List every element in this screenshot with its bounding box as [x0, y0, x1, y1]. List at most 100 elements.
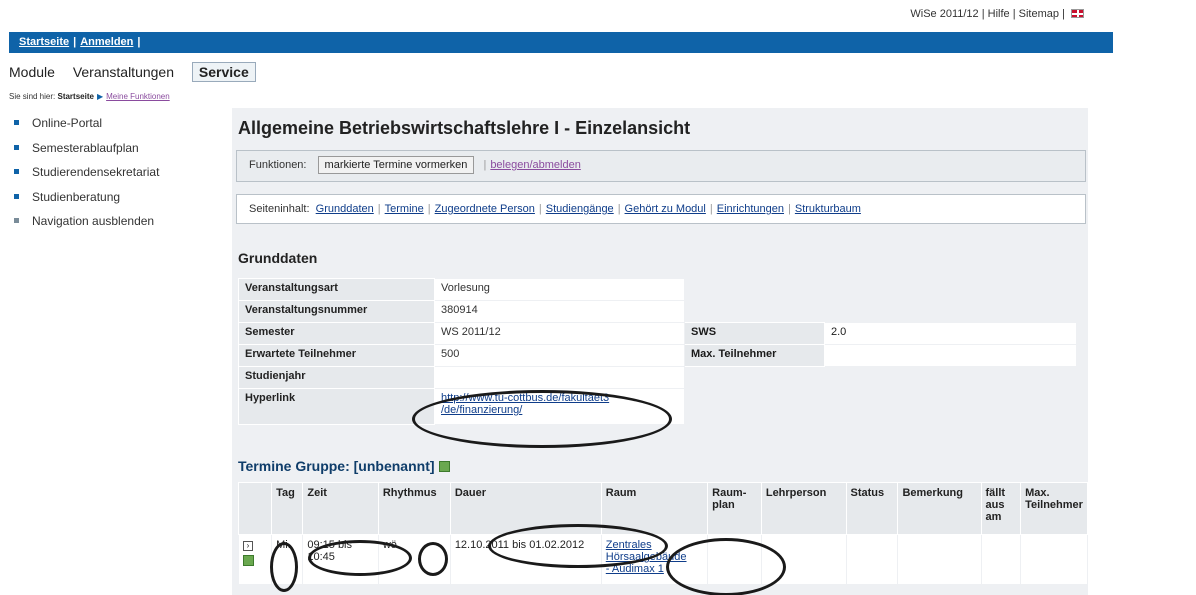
- content-link-person[interactable]: Zugeordnete Person: [435, 203, 535, 215]
- home-link[interactable]: Startseite: [19, 36, 69, 48]
- separator: |: [1012, 8, 1016, 20]
- jahr-label: Studienjahr: [238, 366, 435, 389]
- cell-status: [845, 534, 899, 585]
- functions-bar: Funktionen: markierte Termine vormerken …: [236, 150, 1086, 182]
- max-label: Max. Teilnehmer: [684, 344, 825, 367]
- art-value: Vorlesung: [434, 278, 685, 301]
- sidebar-item-semesterablaufplan[interactable]: Semesterablaufplan: [12, 141, 222, 166]
- content-link-strukturbaum[interactable]: Strukturbaum: [795, 203, 861, 215]
- sitemap-link[interactable]: Sitemap: [1019, 8, 1059, 20]
- hyperlink-line-1[interactable]: http://www.tu-cottbus.de/fakultaet3: [441, 392, 609, 404]
- table-row: Hyperlink http://www.tu-cottbus.de/fakul…: [238, 388, 1077, 425]
- column-header-bemerkung: Bemerkung: [897, 482, 982, 535]
- cell-zeit: 09:15 bis 10:45: [302, 534, 379, 585]
- content-link-einrichtungen[interactable]: Einrichtungen: [717, 203, 784, 215]
- sidebar-item-label: Online-Portal: [32, 116, 103, 130]
- room-link-line[interactable]: - Audimax 1: [606, 563, 664, 575]
- nummer-value: 380914: [434, 300, 685, 323]
- nav-events[interactable]: Veranstaltungen: [73, 64, 174, 80]
- column-header-raum: Raum: [600, 482, 709, 535]
- cell-lehrperson: [760, 534, 847, 585]
- help-link[interactable]: Hilfe: [988, 8, 1010, 20]
- column-header-status: Status: [845, 482, 899, 535]
- separator: |: [788, 203, 791, 215]
- semester-link[interactable]: WiSe 2011/12: [910, 8, 978, 20]
- hyperlink-line-2[interactable]: /de/finanzierung/: [441, 404, 522, 416]
- column-header-rhythmus: Rhythmus: [377, 482, 451, 535]
- table-row: Studienjahr: [238, 366, 1077, 389]
- column-header-raumplan: Raum-plan: [707, 482, 762, 535]
- cell-raumplan: [707, 534, 762, 585]
- art-label: Veranstaltungsart: [238, 278, 435, 301]
- calendar-export-icon[interactable]: [243, 555, 254, 566]
- login-link[interactable]: Anmelden: [80, 36, 133, 48]
- empty-cell: [685, 279, 1077, 301]
- separator: |: [617, 203, 621, 215]
- sidebar-item-label: Semesterablaufplan: [32, 140, 139, 155]
- semester-value: WS 2011/12: [434, 322, 685, 345]
- separator: |: [981, 8, 985, 20]
- bullet-icon: [14, 144, 19, 150]
- sidebar-item-hide-navigation[interactable]: Navigation ausblenden: [12, 214, 222, 239]
- grunddaten-table: Veranstaltungsart Vorlesung Veranstaltun…: [238, 278, 1077, 425]
- breadcrumb-current[interactable]: Meine Funktionen: [106, 92, 170, 101]
- nummer-label: Veranstaltungsnummer: [238, 300, 435, 323]
- expand-icon[interactable]: ›: [243, 541, 253, 551]
- cell-raum: Zentrales Hörsaalgebäude - Audimax 1: [600, 534, 709, 585]
- bullet-icon: [14, 218, 19, 223]
- table-row: Erwartete Teilnehmer 500 Max. Teilnehmer: [238, 344, 1077, 367]
- column-header-faellt-aus: fällt aus am: [980, 482, 1022, 535]
- cell-bemerkung: [897, 534, 982, 585]
- termine-heading-text: Termine Gruppe: [unbenannt]: [238, 458, 435, 474]
- header-line: Max.: [1025, 487, 1050, 499]
- top-links: WiSe 2011/12 | Hilfe | Sitemap |: [910, 8, 1084, 20]
- english-flag-icon[interactable]: [1071, 9, 1084, 18]
- column-header-dauer: Dauer: [449, 482, 602, 535]
- sidebar: Online-Portal Semesterablaufplan Studier…: [12, 116, 222, 239]
- header-line: am: [985, 511, 1002, 523]
- nav-service[interactable]: Service: [191, 62, 256, 82]
- table-row: › Mi. 09:15 bis 10:45 wö 12.10.2011 bis …: [237, 534, 1088, 585]
- grunddaten-heading: Grunddaten: [238, 250, 318, 266]
- table-row: Veranstaltungsnummer 380914: [238, 300, 1077, 323]
- header-line: Raum-: [712, 487, 747, 499]
- sidebar-item-studierendensekretariat[interactable]: Studierendensekretariat: [12, 165, 222, 190]
- termine-heading: Termine Gruppe: [unbenannt]: [238, 458, 450, 474]
- cell-tag: Mi.: [271, 534, 304, 585]
- content-link-modul[interactable]: Gehört zu Modul: [625, 203, 706, 215]
- sidebar-item-studienberatung[interactable]: Studienberatung: [12, 190, 222, 215]
- main-content: Allgemeine Betriebswirtschaftslehre I - …: [232, 108, 1088, 595]
- page-title: Allgemeine Betriebswirtschaftslehre I - …: [238, 118, 691, 138]
- sidebar-item-online-portal[interactable]: Online-Portal: [12, 116, 222, 141]
- calendar-icon[interactable]: [438, 461, 450, 472]
- column-header-lehrperson: Lehrperson: [760, 482, 847, 535]
- room-link-line[interactable]: Hörsaalgebäude: [606, 551, 687, 563]
- sidebar-item-label: Navigation ausblenden: [32, 214, 155, 228]
- room-link-line[interactable]: Zentrales: [606, 539, 652, 551]
- enroll-link[interactable]: belegen/abmelden: [490, 159, 581, 171]
- bullet-icon: [14, 169, 19, 174]
- chevron-right-icon: ▶: [96, 92, 104, 101]
- separator: |: [1062, 8, 1065, 20]
- table-header-row: Tag Zeit Rhythmus Dauer Raum Raum-plan L…: [237, 482, 1088, 535]
- semester-label: Semester: [238, 322, 435, 345]
- page-content-nav: Seiteninhalt: Grunddaten | Termine | Zugeord…: [236, 194, 1086, 224]
- column-header-zeit: Zeit: [302, 482, 379, 535]
- main-nav: Module Veranstaltungen Service: [9, 62, 270, 84]
- header-line: aus: [985, 499, 1005, 511]
- sws-value: 2.0: [824, 322, 1077, 345]
- content-link-studiengaenge[interactable]: Studiengänge: [546, 203, 614, 215]
- header-line: plan: [712, 499, 735, 511]
- header-bar: Startseite | Anmelden |: [9, 32, 1113, 53]
- termine-table: Tag Zeit Rhythmus Dauer Raum Raum-plan L…: [237, 482, 1088, 585]
- erwartet-value: 500: [434, 344, 685, 367]
- content-link-termine[interactable]: Termine: [385, 203, 424, 215]
- row-actions: ›: [237, 534, 273, 585]
- separator: |: [427, 203, 431, 215]
- column-header-max-teilnehmer: Max. Teilnehmer: [1020, 482, 1088, 535]
- content-link-grunddaten[interactable]: Grunddaten: [316, 203, 374, 215]
- separator: |: [137, 36, 141, 48]
- nav-modules[interactable]: Module: [9, 64, 55, 80]
- mark-dates-button[interactable]: markierte Termine vormerken: [317, 156, 475, 174]
- breadcrumb-home[interactable]: Startseite: [57, 92, 93, 101]
